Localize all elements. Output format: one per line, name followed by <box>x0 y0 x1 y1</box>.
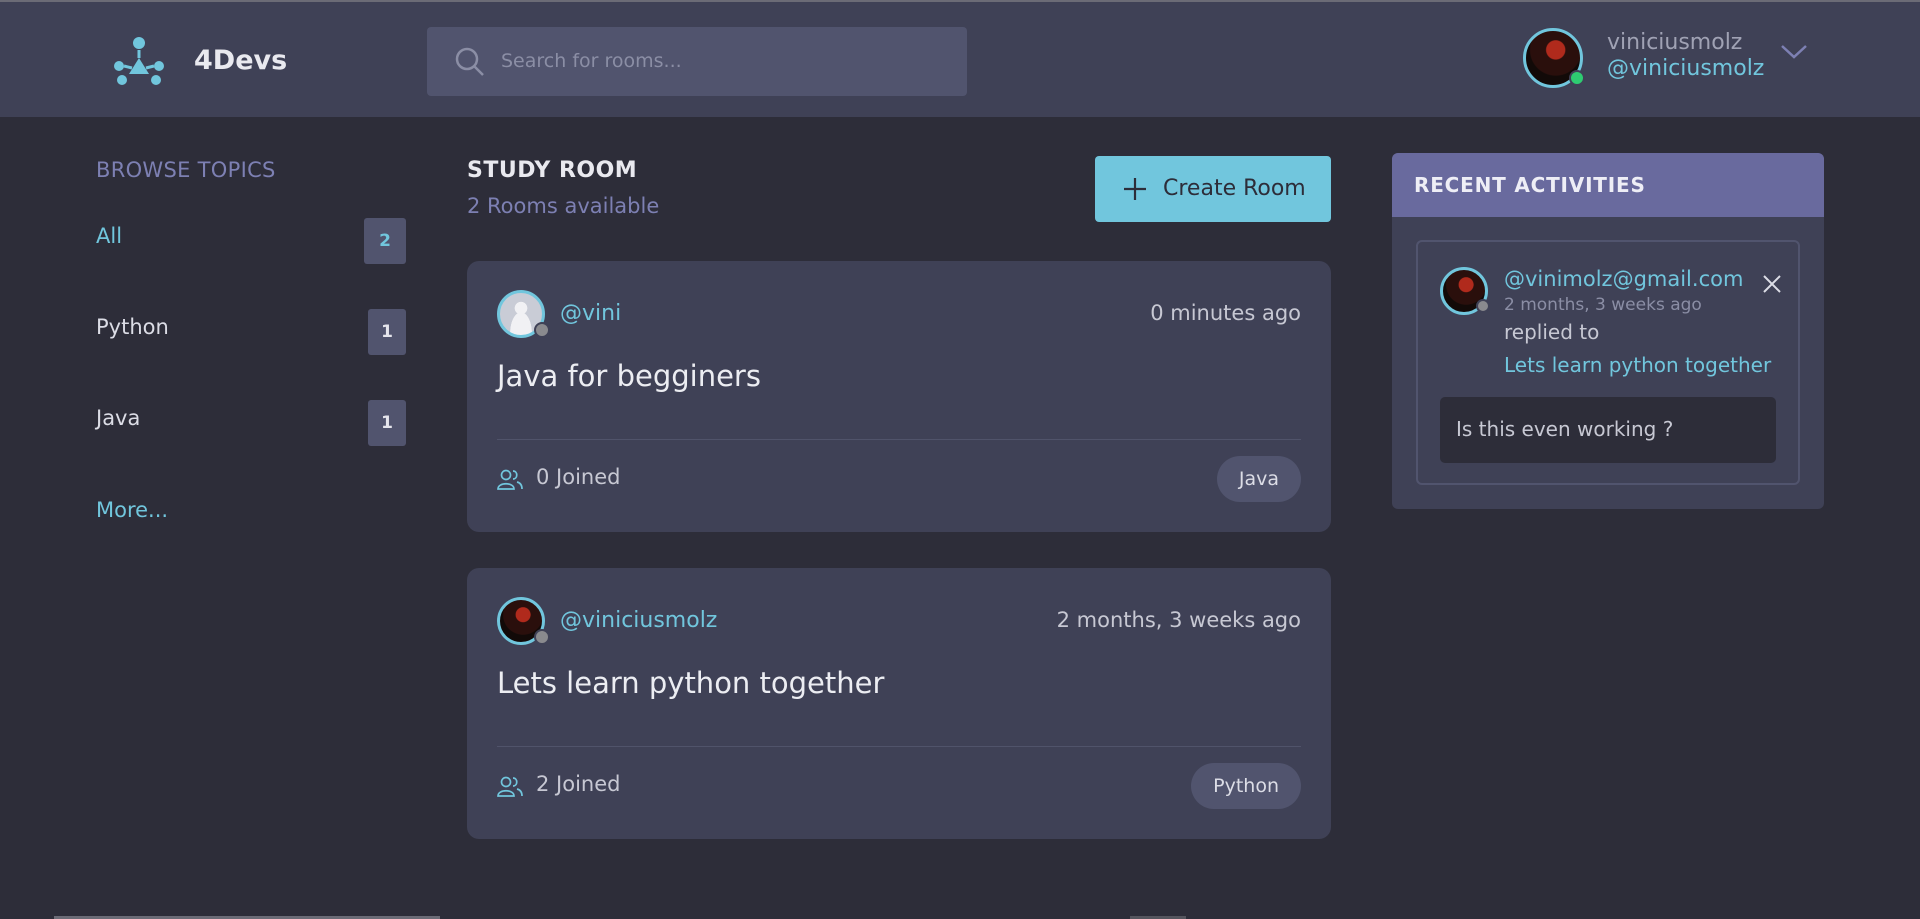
online-status-indicator <box>1569 70 1585 86</box>
user-handle[interactable]: @viniciusmolz <box>1607 56 1764 81</box>
rooms-available-count: 2 Rooms available <box>467 194 660 218</box>
topic-count-badge: 1 <box>368 400 406 446</box>
activity-heading: RECENT ACTIVITIES <box>1414 173 1646 197</box>
topic-all[interactable]: All 2 <box>96 218 406 264</box>
chevron-down-icon[interactable] <box>1779 42 1809 62</box>
activity-timestamp: 2 months, 3 weeks ago <box>1504 295 1702 315</box>
topic-label[interactable]: Java <box>96 406 140 430</box>
divider <box>497 439 1301 440</box>
divider <box>497 746 1301 747</box>
activity-header: RECENT ACTIVITIES <box>1392 153 1824 217</box>
activity-room-link[interactable]: Lets learn python together <box>1504 353 1771 377</box>
joined-count: 0 Joined <box>536 465 621 489</box>
room-topic-tag[interactable]: Java <box>1216 456 1301 502</box>
offline-status-indicator <box>534 629 550 645</box>
joined-count: 2 Joined <box>536 772 621 796</box>
plus-icon <box>1124 178 1146 200</box>
room-host-link[interactable]: @vini <box>560 301 621 326</box>
activity-message: Is this even working ? <box>1440 397 1776 463</box>
browse-topics-heading: BROWSE TOPICS <box>96 158 276 182</box>
room-topic-tag[interactable]: Python <box>1191 763 1301 809</box>
page-title: STUDY ROOM <box>467 158 638 183</box>
search-input[interactable] <box>501 37 941 85</box>
create-room-label: Create Room <box>1163 176 1306 201</box>
activity-user-link[interactable]: @vinimolz@gmail.com <box>1504 267 1743 291</box>
activity-action: replied to <box>1504 320 1600 344</box>
room-card[interactable]: @vini 0 minutes ago Java for begginers 0… <box>467 261 1331 532</box>
create-room-button[interactable]: Create Room <box>1095 156 1331 222</box>
offline-status-indicator <box>534 322 550 338</box>
logo-icon[interactable] <box>112 36 166 86</box>
user-name: viniciusmolz <box>1607 30 1743 55</box>
room-host-link[interactable]: @viniciusmolz <box>560 608 717 633</box>
top-navigation: 4Devs viniciusmolz @viniciusmolz <box>0 2 1920 117</box>
search-icon <box>455 47 484 76</box>
topic-label[interactable]: All <box>96 224 122 248</box>
activity-item: @vinimolz@gmail.com 2 months, 3 weeks ag… <box>1416 240 1800 485</box>
room-title-link[interactable]: Java for begginers <box>497 359 761 393</box>
more-topics-link[interactable]: More... <box>96 498 168 522</box>
topic-count-badge: 1 <box>368 309 406 355</box>
offline-status-indicator <box>1476 299 1490 313</box>
room-title-link[interactable]: Lets learn python together <box>497 666 884 700</box>
room-timestamp: 0 minutes ago <box>1150 301 1301 325</box>
users-icon <box>497 776 523 797</box>
room-card[interactable]: @viniciusmolz 2 months, 3 weeks ago Lets… <box>467 568 1331 839</box>
room-timestamp: 2 months, 3 weeks ago <box>1056 608 1301 632</box>
search-bar[interactable] <box>427 27 967 96</box>
topic-label[interactable]: Python <box>96 315 169 339</box>
topic-java[interactable]: Java 1 <box>96 400 406 446</box>
user-menu[interactable]: viniciusmolz @viniciusmolz <box>1523 26 1823 92</box>
brand-name[interactable]: 4Devs <box>194 45 287 76</box>
users-icon <box>497 469 523 490</box>
topic-count-badge: 2 <box>364 218 406 264</box>
topic-python[interactable]: Python 1 <box>96 309 406 355</box>
recent-activities-panel: RECENT ACTIVITIES @vinimolz@gmail.com 2 … <box>1392 153 1824 509</box>
close-icon[interactable] <box>1762 274 1782 294</box>
